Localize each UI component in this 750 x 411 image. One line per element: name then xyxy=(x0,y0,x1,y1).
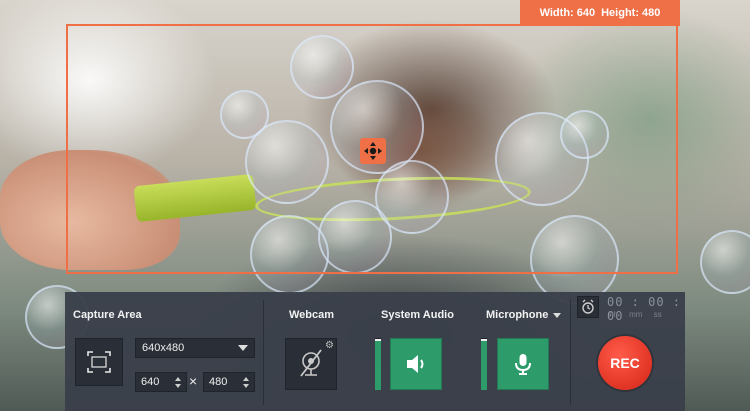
chevron-down-icon xyxy=(553,312,562,318)
stepper-up-icon[interactable] xyxy=(243,377,249,381)
stepper-up-icon[interactable] xyxy=(175,377,181,381)
dimension-separator: × xyxy=(189,373,198,389)
bubble xyxy=(700,230,750,294)
microphone-toggle-button[interactable] xyxy=(497,338,549,390)
divider xyxy=(263,300,264,405)
capture-size-label: Width: 640 Height: 480 xyxy=(520,0,680,26)
width-value: 640 xyxy=(141,376,160,388)
webcam-title: Webcam xyxy=(289,309,335,321)
stepper-down-icon[interactable] xyxy=(175,384,181,388)
system-audio-toggle-button[interactable] xyxy=(390,338,442,390)
stepper-down-icon[interactable] xyxy=(243,384,249,388)
microphone-label: Microphone xyxy=(486,309,549,321)
fullscreen-capture-icon xyxy=(87,351,111,373)
capture-area-title: Capture Area xyxy=(73,309,142,321)
width-stepper[interactable]: 640 xyxy=(135,372,187,392)
chevron-down-icon xyxy=(238,345,248,351)
move-arrows-icon[interactable] xyxy=(360,138,386,164)
recording-control-panel: Capture Area 640x480 640 × 480 Webcam ⚙ … xyxy=(65,292,685,411)
rec-label: REC xyxy=(610,355,640,371)
timer-units: hh mm ss xyxy=(609,310,662,319)
microphone-level-meter xyxy=(481,338,487,390)
width-label: Width: 640 xyxy=(539,7,596,19)
height-stepper[interactable]: 480 xyxy=(203,372,255,392)
height-label: Height: 480 xyxy=(601,7,661,19)
system-audio-title: System Audio xyxy=(381,309,454,321)
capture-preset-select[interactable]: 640x480 xyxy=(135,338,255,358)
rec-button[interactable]: REC xyxy=(598,336,652,390)
microphone-level-fill xyxy=(481,340,487,390)
webcam-toggle-button[interactable]: ⚙ xyxy=(285,338,337,390)
recording-timer: 00 : 00 : 00 hh mm ss xyxy=(573,294,685,323)
alarm-clock-icon xyxy=(582,299,594,314)
height-value: 480 xyxy=(209,376,228,388)
divider xyxy=(570,300,571,405)
microphone-title[interactable]: Microphone xyxy=(486,309,562,321)
system-audio-level-meter xyxy=(375,338,381,390)
gear-icon[interactable]: ⚙ xyxy=(325,341,334,351)
microphone-icon xyxy=(515,354,531,375)
system-audio-level-fill xyxy=(375,340,381,390)
alarm-clock-button[interactable] xyxy=(577,296,599,318)
fullscreen-capture-button[interactable] xyxy=(75,338,123,386)
speaker-icon xyxy=(407,355,424,373)
capture-preset-value: 640x480 xyxy=(142,342,185,354)
